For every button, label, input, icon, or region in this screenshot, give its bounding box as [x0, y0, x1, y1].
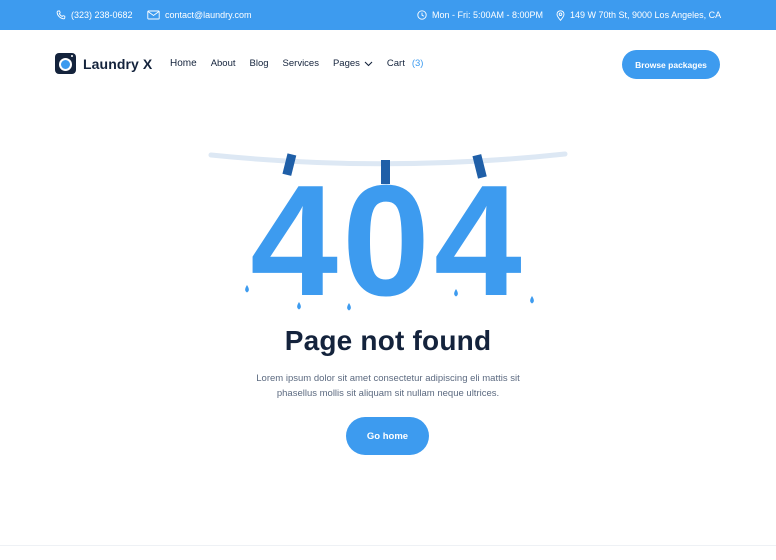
nav-item-pages[interactable]: Pages [333, 58, 373, 69]
top-bar: (323) 238-0682 contact@laundry.com Mon -… [0, 0, 776, 30]
nav-item-services[interactable]: Services [283, 58, 319, 69]
browse-packages-button[interactable]: Browse packages [622, 50, 720, 79]
email-text: contact@laundry.com [165, 10, 252, 20]
error-404-illustration: 404 [208, 151, 568, 315]
nav-menu: Home About Blog Services Pages Cart (3) [170, 58, 423, 69]
cart-count-badge: (3) [411, 58, 424, 69]
error-description: Lorem ipsum dolor sit amet consectetur a… [256, 373, 520, 399]
chevron-down-icon [364, 61, 373, 66]
nav-item-about[interactable]: About [211, 58, 236, 69]
water-drop-icon [530, 296, 534, 304]
location-icon [556, 9, 565, 21]
email-contact[interactable]: contact@laundry.com [147, 0, 252, 30]
hours-text: Mon - Fri: 5:00AM - 8:00PM [432, 10, 544, 20]
go-home-button[interactable]: Go home [346, 417, 429, 455]
phone-icon [56, 10, 66, 20]
nav-item-label: Pages [332, 58, 360, 69]
opening-hours: Mon - Fri: 5:00AM - 8:00PM [417, 0, 543, 30]
nav-item-label: Cart [386, 58, 405, 69]
main-navigation: Laundry X Home About Blog Services Pages… [0, 30, 776, 100]
washing-machine-icon [55, 53, 76, 74]
address[interactable]: 149 W 70th St, 9000 Los Angeles, CA [556, 0, 721, 30]
mail-icon [147, 10, 160, 20]
nav-item-blog[interactable]: Blog [250, 58, 269, 69]
footer-divider [0, 545, 776, 546]
nav-item-label: Home [170, 58, 197, 69]
nav-item-home[interactable]: Home [170, 58, 197, 69]
clothespin-icon [381, 160, 390, 184]
brand-logo[interactable]: Laundry X [55, 53, 152, 74]
clock-icon [417, 10, 427, 20]
address-text: 149 W 70th St, 9000 Los Angeles, CA [570, 10, 722, 20]
brand-name: Laundry X [83, 55, 153, 72]
phone-contact[interactable]: (323) 238-0682 [56, 0, 133, 30]
nav-item-label: Blog [249, 58, 269, 69]
phone-text: (323) 238-0682 [71, 10, 133, 20]
page-title: Page not found [284, 325, 492, 356]
water-drop-icon [245, 285, 249, 293]
nav-item-label: Services [282, 58, 319, 69]
nav-item-cart[interactable]: Cart (3) [387, 58, 424, 69]
nav-item-label: About [210, 58, 236, 69]
